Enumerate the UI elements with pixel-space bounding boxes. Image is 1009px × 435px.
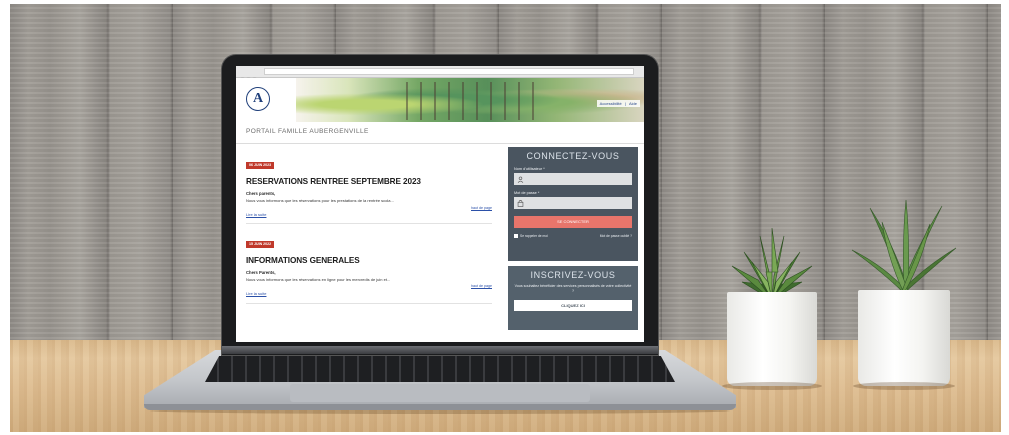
site-header: A Accessibilité | Aide — [236, 78, 644, 122]
remember-label: Se rappeler de moi — [520, 234, 548, 238]
laptop-hinge — [222, 346, 658, 354]
user-icon — [514, 173, 526, 185]
back-to-top-link[interactable]: haut de page — [471, 284, 492, 288]
logo-letter: A — [252, 91, 264, 106]
login-button[interactable]: SE CONNECTER — [514, 216, 632, 228]
header-banner-image — [296, 78, 644, 122]
pot-shadow — [853, 382, 955, 390]
read-more-link[interactable]: Lire la suite — [246, 212, 266, 217]
news-title: INFORMATIONS GENERALES — [246, 256, 360, 265]
lock-icon — [514, 197, 526, 209]
pot-shadow — [722, 382, 822, 390]
news-list: 06 JUIN 2023 RESERVATIONS RENTREE SEPTEM… — [246, 144, 492, 304]
news-title: RESERVATIONS RENTREE SEPTEMBRE 2023 — [246, 177, 421, 186]
laptop-trackpad — [290, 384, 590, 402]
window-controls[interactable] — [240, 69, 260, 82]
password-label: Mot de passe * — [514, 191, 540, 195]
plant-pot-left — [727, 292, 817, 386]
news-excerpt: Nous vous informons que les réservations… — [246, 198, 394, 203]
portal-title: PORTAIL FAMILLE AUBERGENVILLE — [236, 122, 644, 144]
login-footer: Se rappeler de moi Mot de passe oublié ? — [514, 234, 632, 238]
username-input[interactable] — [526, 174, 632, 184]
aloe-plant-icon — [851, 200, 957, 294]
laptop-screen: A Accessibilité | Aide PORTAIL FAMILLE A… — [236, 66, 644, 342]
banner-trees — [406, 82, 536, 120]
login-title: CONNECTEZ-VOUS — [526, 151, 620, 161]
username-label: Nom d'utilisateur * — [514, 167, 545, 171]
register-text: Vous souhaitez bénéficier des services p… — [514, 284, 632, 293]
top-links: Accessibilité | Aide — [596, 100, 640, 107]
read-more-link[interactable]: Lire la suite — [246, 291, 266, 296]
remember-me[interactable]: Se rappeler de moi — [514, 234, 548, 238]
browser-toolbar — [236, 66, 644, 82]
address-bar[interactable] — [264, 68, 634, 75]
main-content: 06 JUIN 2023 RESERVATIONS RENTREE SEPTEM… — [236, 144, 644, 342]
login-panel: CONNECTEZ-VOUS Nom d'utilisateur * Mot d… — [508, 147, 638, 261]
register-title: INSCRIVEZ-VOUS — [530, 270, 616, 280]
scene: A Accessibilité | Aide PORTAIL FAMILLE A… — [0, 0, 1009, 435]
news-greeting: Chers Parents, — [246, 270, 276, 275]
register-panel: INSCRIVEZ-VOUS Vous souhaitez bénéficier… — [508, 266, 638, 330]
date-badge: 06 JUIN 2023 — [246, 161, 275, 169]
password-input[interactable] — [526, 198, 632, 208]
help-link[interactable]: Aide — [629, 101, 637, 106]
plant-pot-right — [858, 290, 950, 386]
register-button[interactable]: CLIQUEZ ICI — [514, 300, 632, 311]
succulent-plant-icon — [731, 227, 813, 301]
sidebar: CONNECTEZ-VOUS Nom d'utilisateur * Mot d… — [508, 147, 638, 330]
username-field[interactable] — [514, 173, 632, 185]
news-excerpt: Nous vous informons que les réservations… — [246, 277, 391, 282]
forgot-password-link[interactable]: Mot de passe oublié ? — [600, 234, 632, 238]
laptop-keyboard — [205, 356, 675, 382]
news-item: 06 JUIN 2023 RESERVATIONS RENTREE SEPTEM… — [246, 144, 492, 224]
town-logo[interactable]: A — [246, 87, 270, 111]
date-badge: 15 JUIN 2022 — [246, 240, 275, 248]
remember-checkbox[interactable] — [514, 234, 518, 238]
password-field[interactable] — [514, 197, 632, 209]
top-links-separator: | — [624, 101, 626, 106]
news-item: 15 JUIN 2022 INFORMATIONS GENERALES Cher… — [246, 224, 492, 304]
back-to-top-link[interactable]: haut de page — [471, 206, 492, 210]
news-greeting: Chers parents, — [246, 191, 276, 196]
laptop-base-edge — [144, 404, 736, 410]
accessibility-link[interactable]: Accessibilité — [600, 101, 622, 106]
